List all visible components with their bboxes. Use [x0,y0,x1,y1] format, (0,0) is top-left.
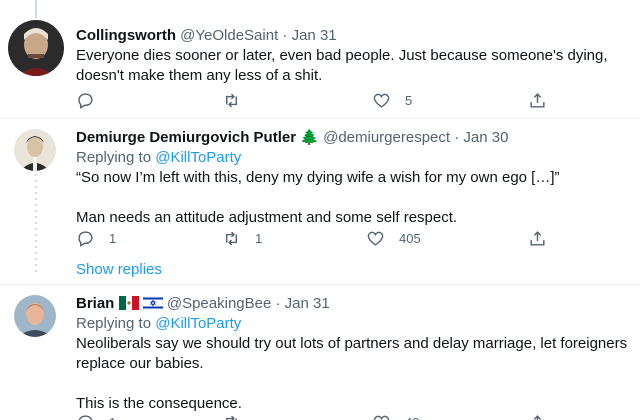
retweet-icon [226,415,237,420]
reply-icon [78,92,93,109]
tweet-text: This is the consequence. [76,395,242,412]
heart-icon [373,93,390,108]
reply-icon [78,414,93,420]
retweet-button[interactable]: 1 [222,228,262,248]
tweet-header: Brian @SpeakingBee · Jan 31 [76,294,628,314]
author-name[interactable]: Collingsworth [76,27,176,44]
author-handle[interactable]: @demiurgerespect [323,129,450,146]
tweet-date[interactable]: Jan 31 [292,27,337,44]
author-handle[interactable]: @SpeakingBee [167,295,271,312]
tweet-actions: 1 1 405 [76,228,551,248]
author-handle[interactable]: @YeOldeSaint [180,27,278,44]
tweet-date[interactable]: Jan 30 [463,129,508,146]
tweet-text: Man needs an attitude adjustment and som… [76,209,458,226]
share-icon [533,414,542,420]
retweet-icon [226,93,237,107]
replying-to-handle[interactable]: @KillToParty [155,149,241,166]
replying-to: Replying to @KillToParty [76,148,628,168]
like-button[interactable]: 5 [372,90,412,110]
reply-icon [78,230,93,247]
tweet-header: Demiurge Demiurgovich Putler 🌲 @demiurge… [76,128,628,148]
avatar[interactable] [14,129,56,171]
tweet-demiurge[interactable]: Demiurge Demiurgovich Putler 🌲 @demiurge… [0,119,640,289]
tree-emoji: 🌲 [300,129,319,146]
like-button[interactable]: 40 [372,412,419,420]
avatar[interactable] [8,20,64,76]
reply-button[interactable]: 1 [76,412,116,420]
like-count: 40 [405,415,419,420]
show-replies-link[interactable]: Show replies [76,261,162,278]
tweet-actions: 1 40 [76,412,551,420]
like-button[interactable]: 405 [366,228,421,248]
heart-icon [373,415,390,420]
like-count: 5 [405,92,413,108]
retweet-button[interactable] [222,412,255,420]
tweet-brian[interactable]: Brian @SpeakingBee · Jan 31 Replying to … [0,285,640,420]
separator: · [275,295,281,312]
tweet-date[interactable]: Jan 31 [285,295,330,312]
author-name[interactable]: Brian [76,295,114,312]
reply-button[interactable]: 1 [76,228,116,248]
share-button[interactable] [528,90,547,110]
share-icon [530,92,545,108]
tweet-actions: 5 [76,90,551,110]
like-count: 405 [399,230,421,246]
replying-to: Replying to @KillToParty [76,314,628,334]
mexico-flag-icon [118,296,139,310]
tweet-text: Everyone dies sooner or later, even bad … [76,47,612,84]
reply-button[interactable] [76,90,109,110]
share-icon [530,230,545,246]
separator: · [454,129,460,146]
retweet-count: 1 [255,230,263,246]
reply-count: 1 [109,415,116,420]
heart-icon [367,231,384,246]
replying-to-handle[interactable]: @KillToParty [155,315,241,332]
retweet-icon [226,231,237,245]
tweet-text: “So now I’m left with this, deny my dyin… [76,169,560,186]
tweet-text: Neoliberals say we should try out lots o… [76,335,632,372]
tweet-collingsworth[interactable]: Collingsworth @YeOldeSaint · Jan 31 Ever… [0,0,640,120]
share-button[interactable] [528,228,547,248]
avatar[interactable] [14,295,56,337]
reply-count: 1 [109,230,117,246]
separator: · [282,27,288,44]
retweet-button[interactable] [222,90,255,110]
tweet-header: Collingsworth @YeOldeSaint · Jan 31 [76,26,628,46]
replying-to-prefix: Replying to [76,149,152,166]
replying-to-prefix: Replying to [76,315,152,332]
share-button[interactable] [528,412,547,420]
israel-flag-icon [142,296,163,310]
author-name[interactable]: Demiurge Demiurgovich Putler [76,129,296,146]
